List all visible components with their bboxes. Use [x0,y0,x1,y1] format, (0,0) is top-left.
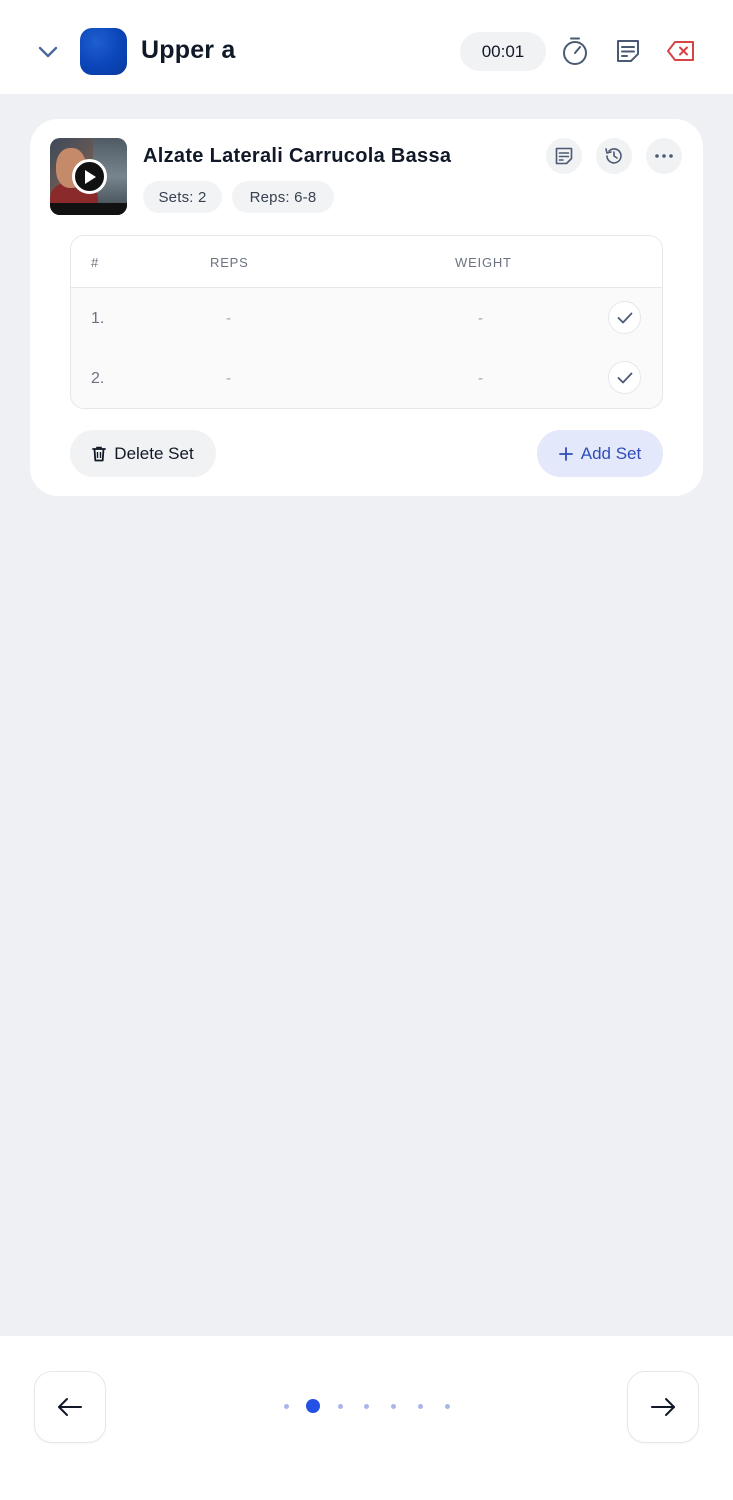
stopwatch-icon [563,37,587,65]
exercise-name[interactable]: Alzate Laterali Carrucola Bassa [143,145,451,168]
sets-table: # REPS WEIGHT 1. - - 2. - - [70,235,663,409]
history-icon [605,148,622,164]
column-header-index: # [91,255,100,270]
pagination-dot[interactable] [284,1404,289,1409]
sets-table-header: # REPS WEIGHT [71,236,662,288]
reps-input[interactable]: - [226,310,231,327]
delete-set-button[interactable]: Delete Set [70,430,216,477]
plus-icon [558,446,573,461]
end-workout-button[interactable] [664,34,698,68]
trash-icon [92,446,107,461]
workout-notes-button[interactable] [611,34,645,68]
pagination-dots [0,1398,733,1414]
add-set-label: Add Set [580,443,642,463]
play-icon [84,169,96,184]
more-icon [655,154,673,158]
exercise-history-button[interactable] [596,138,632,174]
notes-icon [617,40,639,62]
pagination-dot[interactable] [444,1404,450,1409]
weight-input[interactable]: - [478,310,483,327]
column-header-weight: WEIGHT [455,255,512,270]
workout-header: Upper a 00:01 [0,0,733,94]
elapsed-timer[interactable]: 00:01 [460,32,546,71]
arrow-right-icon [651,1398,675,1416]
reps-input[interactable]: - [226,370,231,387]
workout-title: Upper a [141,36,236,64]
table-row: 1. - - [71,288,662,348]
weight-input[interactable]: - [478,370,483,387]
play-video-button[interactable] [72,159,107,194]
exercise-card: Alzate Laterali Carrucola Bassa Sets: 2 … [30,119,703,496]
exercise-video-thumbnail[interactable] [50,138,127,215]
complete-set-button[interactable] [608,361,641,394]
pagination-dot[interactable] [391,1404,397,1409]
workout-avatar [80,28,127,75]
pagination-dot[interactable] [418,1404,423,1409]
set-index: 1. [91,310,105,327]
close-workout-icon [667,41,694,61]
exercise-notes-button[interactable] [546,138,582,174]
chevron-down-icon [38,46,58,58]
pagination-dot[interactable] [337,1404,343,1409]
set-index: 2. [91,370,105,387]
sets-chip: Sets: 2 [143,181,222,213]
complete-set-button[interactable] [608,301,641,334]
stopwatch-button[interactable] [558,34,592,68]
pagination-dot[interactable] [364,1404,370,1409]
exercise-navigation [0,1336,733,1500]
column-header-reps: REPS [210,255,249,270]
exercise-more-button[interactable] [646,138,682,174]
table-row: 2. - - [71,348,662,408]
add-set-button[interactable]: Add Set [537,430,663,477]
next-exercise-button[interactable] [627,1371,699,1443]
notes-icon [555,147,573,165]
check-icon [617,372,632,383]
delete-set-label: Delete Set [114,443,194,463]
pagination-dot-active[interactable] [306,1399,321,1413]
reps-chip: Reps: 6-8 [232,181,334,213]
thumbnail-bar [50,203,127,215]
collapse-button[interactable] [32,36,64,68]
check-icon [617,312,632,323]
